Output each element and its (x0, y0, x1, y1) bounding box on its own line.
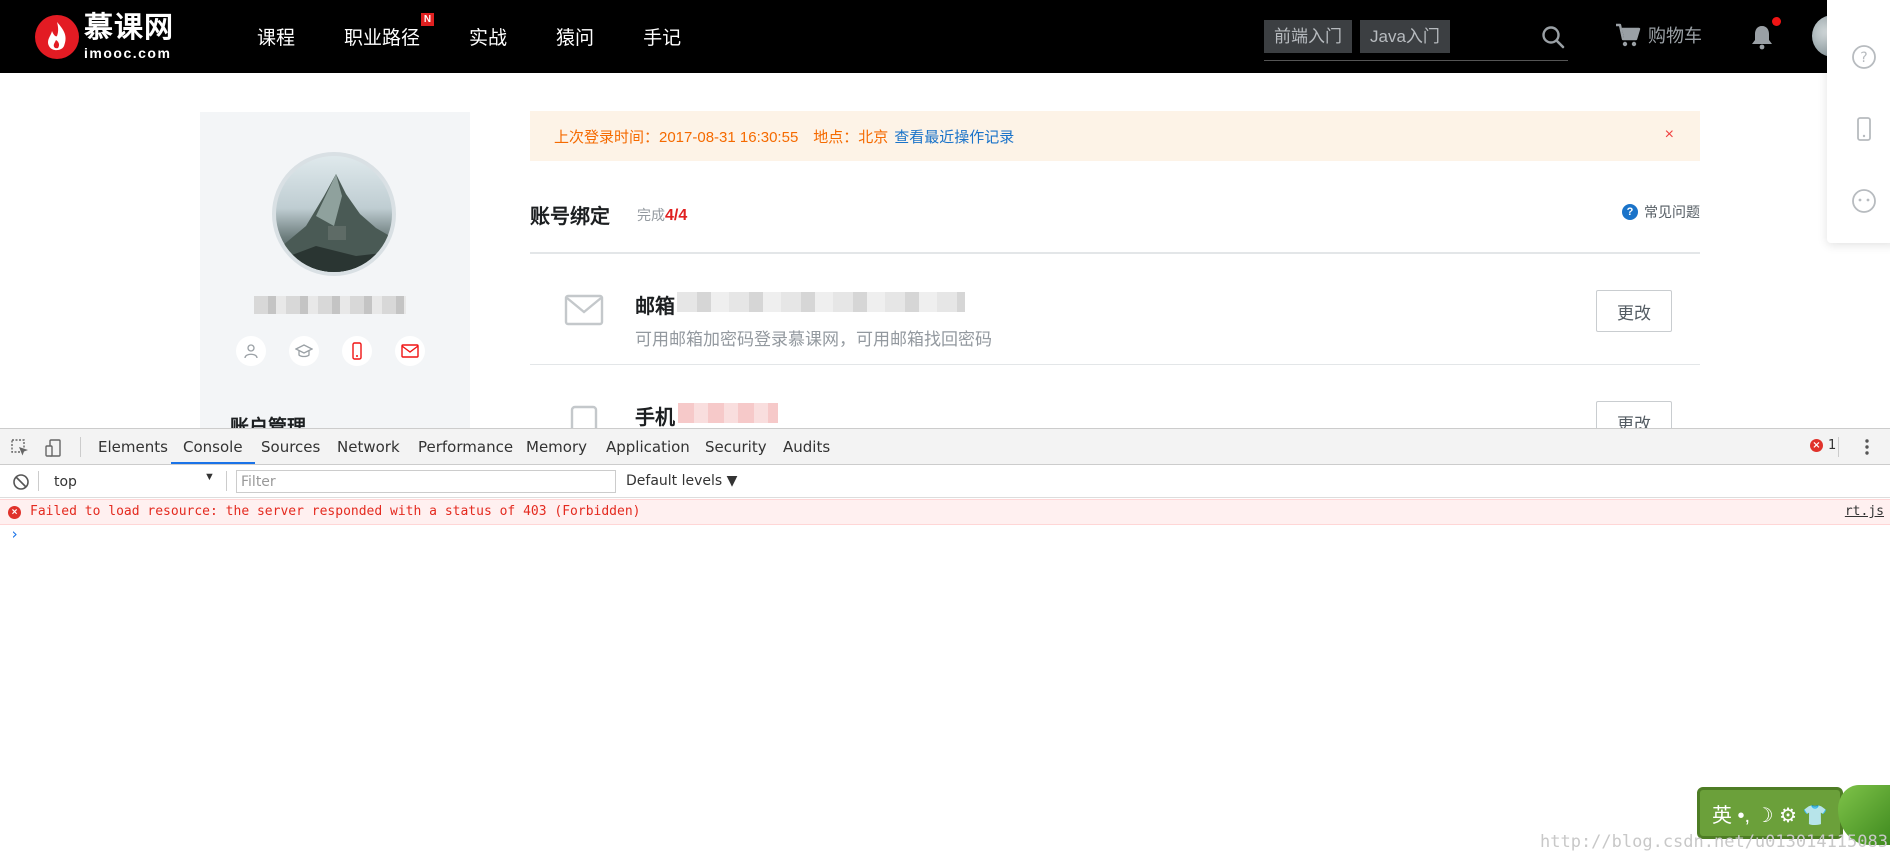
error-icon: × (1810, 439, 1823, 452)
masked-phone (678, 403, 778, 423)
profile-username (254, 296, 406, 314)
tab-memory[interactable]: Memory (526, 429, 587, 464)
view-operation-log-link[interactable]: 查看最近操作记录 (894, 126, 1014, 147)
error-text: Failed to load resource: the server resp… (30, 504, 641, 519)
bind-label: 手机 (635, 407, 675, 429)
bell-icon[interactable] (1750, 24, 1774, 50)
toolbar-divider (80, 437, 81, 457)
binding-title: 账号绑定 (530, 206, 610, 228)
devtools-panel: Elements Console Sources Network Perform… (0, 428, 1890, 861)
watermark: http://blog.csdn.net/u013014115083 (1540, 832, 1888, 852)
login-notice: 上次登录时间：2017-08-31 16:30:55 地点：北京 查看最近操作记… (530, 111, 1700, 161)
error-icon: × (8, 506, 21, 519)
top-header: 慕课网 imooc.com 课程 职业路径 N 实战 猿问 手记 前端入门 Jav… (0, 0, 1890, 73)
bind-label: 邮箱 (635, 296, 675, 318)
toolbar-divider (38, 471, 39, 491)
logo-name: 慕课网 (84, 12, 175, 44)
log-levels-dropdown[interactable]: Default levels ▼ (626, 473, 737, 489)
cart-icon (1616, 23, 1641, 47)
console-prompt[interactable]: › (10, 525, 19, 543)
binding-progress: 完成4/4 (637, 205, 687, 225)
search-input[interactable]: 前端入门 Java入门 (1264, 19, 1568, 61)
tab-network[interactable]: Network (337, 429, 400, 464)
notice-text: 上次登录时间：2017-08-31 16:30:55 地点：北京 (554, 128, 889, 146)
notification-dot (1772, 17, 1781, 26)
mountain-picture (276, 174, 392, 272)
profile-sidebar: 账户管理 (200, 112, 470, 438)
binding-header: 账号绑定 完成4/4 ? 常见问题 (530, 198, 1700, 254)
change-email-button[interactable]: 更改 (1596, 290, 1672, 332)
envelope-icon (564, 294, 604, 326)
profile-avatar[interactable] (272, 152, 396, 276)
search-tag-frontend[interactable]: 前端入门 (1264, 20, 1352, 53)
graduation-cap-icon[interactable] (289, 336, 319, 366)
cart-label: 购物车 (1648, 26, 1702, 46)
bind-description: 可用邮箱加密码登录慕课网，可用邮箱找回密码 (635, 330, 992, 349)
main-nav: 课程 职业路径 N 实战 猿问 手记 (257, 0, 730, 73)
nav-label: 实战 (469, 28, 508, 49)
svg-text:?: ? (1860, 50, 1867, 66)
devtools-tabbar: Elements Console Sources Network Perform… (0, 429, 1890, 465)
phone-icon[interactable] (342, 336, 372, 366)
nav-label: 猿问 (556, 28, 595, 49)
tab-security[interactable]: Security (705, 429, 767, 464)
faq-link[interactable]: ? 常见问题 (1622, 202, 1700, 222)
console-error-message: × Failed to load resource: the server re… (0, 499, 1890, 525)
nav-label: 课程 (257, 28, 296, 49)
tab-audits[interactable]: Audits (783, 429, 830, 464)
faq-label: 常见问题 (1644, 204, 1700, 220)
inspect-element-icon[interactable] (10, 438, 30, 458)
toolbar-divider (226, 471, 227, 491)
mail-icon[interactable] (395, 336, 425, 366)
tab-performance[interactable]: Performance (418, 429, 513, 464)
help-icon[interactable]: ? (1851, 44, 1877, 70)
progress-value: 4/4 (665, 207, 688, 224)
filter-input[interactable] (236, 470, 616, 493)
bind-row-email: 邮箱 可用邮箱加密码登录慕课网，可用邮箱找回密码 更改 (530, 254, 1700, 365)
user-icon[interactable] (236, 336, 266, 366)
progress-prefix: 完成 (637, 207, 665, 223)
close-icon[interactable]: × (1665, 126, 1674, 144)
profile-bind-icons (236, 336, 448, 366)
more-options-icon[interactable] (1857, 437, 1877, 457)
logo-domain: imooc.com (84, 45, 172, 61)
new-badge: N (421, 13, 435, 26)
chevron-down-icon[interactable]: ▼ (204, 471, 215, 483)
error-source-link[interactable]: rt.js (1845, 504, 1884, 519)
search-icon[interactable] (1540, 24, 1566, 50)
device-toolbar-icon[interactable] (44, 438, 64, 458)
nav-questions[interactable]: 猿问 (556, 23, 594, 50)
toolbar-divider (1838, 437, 1839, 457)
context-select[interactable]: top (48, 471, 218, 493)
feedback-icon[interactable] (1851, 188, 1877, 214)
ime-label: 英 •, ☽ ⚙ 👕 (1712, 804, 1828, 827)
nav-courses[interactable]: 课程 (257, 23, 295, 50)
mobile-app-icon[interactable] (1851, 116, 1877, 142)
logo-text: 慕课网 imooc.com (84, 12, 175, 61)
nav-career-path[interactable]: 职业路径 N (344, 13, 435, 50)
tab-console[interactable]: Console (171, 429, 255, 464)
logo[interactable]: 慕课网 imooc.com (34, 12, 174, 62)
search-tag-java[interactable]: Java入门 (1360, 20, 1450, 53)
masked-email (677, 292, 965, 312)
tab-application[interactable]: Application (606, 429, 690, 464)
clear-console-icon[interactable] (12, 473, 30, 491)
nav-label: 职业路径 (344, 28, 421, 49)
error-counter[interactable]: × 1 (1810, 438, 1836, 453)
cart-button[interactable]: 购物车 (1614, 22, 1702, 48)
nav-notes[interactable]: 手记 (643, 23, 681, 50)
right-float-panel: ? (1827, 0, 1890, 243)
console-toolbar: top ▼ Default levels ▼ (0, 465, 1890, 498)
tab-sources[interactable]: Sources (261, 429, 320, 464)
page: 慕课网 imooc.com 课程 职业路径 N 实战 猿问 手记 前端入门 Jav… (0, 0, 1890, 861)
question-icon: ? (1622, 204, 1638, 220)
tab-elements[interactable]: Elements (98, 429, 168, 464)
flame-logo-icon (35, 15, 79, 59)
nav-practice[interactable]: 实战 (469, 23, 507, 50)
nav-label: 手记 (643, 28, 682, 49)
error-count: 1 (1828, 438, 1837, 453)
